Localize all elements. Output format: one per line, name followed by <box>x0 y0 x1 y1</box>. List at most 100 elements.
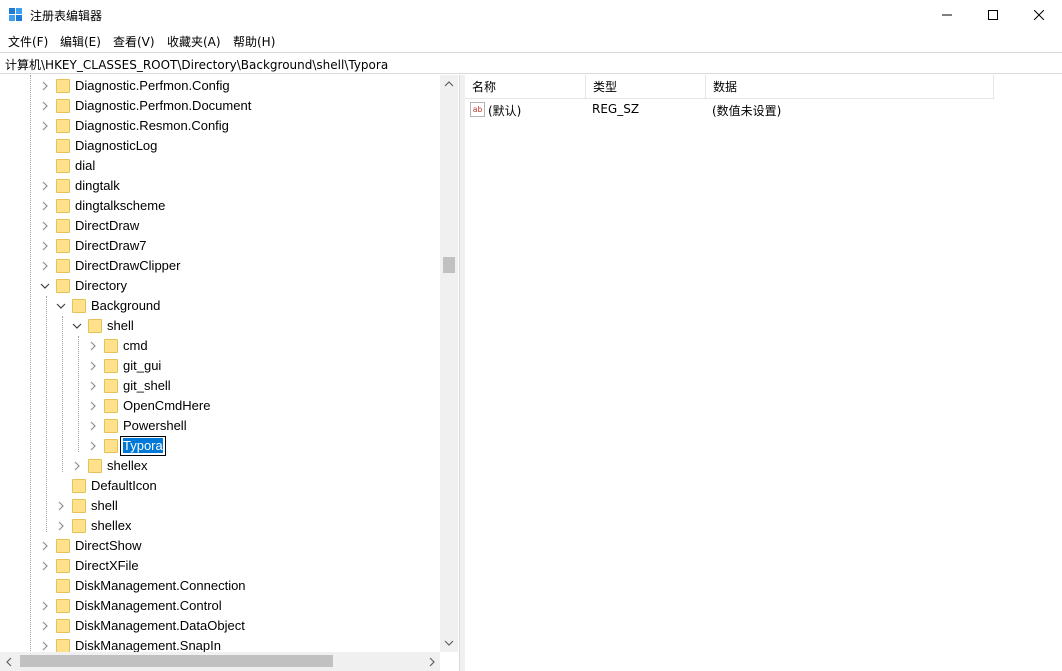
folder-icon <box>56 219 70 233</box>
tree-node[interactable]: Typora <box>0 436 440 456</box>
folder-icon <box>56 79 70 93</box>
tree-node[interactable]: shellex <box>0 456 440 476</box>
chevron-right-icon[interactable] <box>40 261 50 271</box>
value-row[interactable]: ab (默认) REG_SZ (数值未设置) <box>465 99 994 121</box>
chevron-right-icon[interactable] <box>72 461 82 471</box>
value-name: (默认) <box>488 104 522 118</box>
chevron-right-icon[interactable] <box>40 621 50 631</box>
chevron-right-icon[interactable] <box>40 201 50 211</box>
menu-view[interactable]: 查看(V) <box>113 33 155 50</box>
folder-icon <box>56 579 70 593</box>
chevron-right-icon[interactable] <box>40 221 50 231</box>
chevron-right-icon[interactable] <box>88 381 98 391</box>
chevron-right-icon[interactable] <box>88 421 98 431</box>
tree-node[interactable]: DiskManagement.Control <box>0 596 440 616</box>
chevron-right-icon[interactable] <box>40 241 50 251</box>
menu-favorites[interactable]: 收藏夹(A) <box>167 33 221 50</box>
column-header-name[interactable]: 名称 <box>465 75 586 99</box>
tree-node-label: DirectDraw <box>75 218 140 233</box>
list-header: 名称 类型 数据 <box>465 75 994 99</box>
scroll-down-icon[interactable] <box>444 638 454 648</box>
column-header-data[interactable]: 数据 <box>706 75 994 99</box>
tree-node-label: DirectXFile <box>75 558 139 573</box>
folder-icon <box>56 259 70 273</box>
window-title: 注册表编辑器 <box>30 9 103 23</box>
menu-file[interactable]: 文件(F) <box>8 33 48 50</box>
chevron-right-icon[interactable] <box>56 501 66 511</box>
tree-node[interactable]: git_shell <box>0 376 440 396</box>
tree-node[interactable]: DefaultIcon <box>0 476 440 496</box>
close-icon <box>1034 10 1044 20</box>
address-bar[interactable]: 计算机\HKEY_CLASSES_ROOT\Directory\Backgrou… <box>0 52 1062 74</box>
chevron-right-icon[interactable] <box>88 361 98 371</box>
tree-node[interactable]: shell <box>0 316 440 336</box>
folder-icon <box>56 199 70 213</box>
tree-vertical-scrollbar[interactable] <box>440 75 458 652</box>
folder-icon <box>72 499 86 513</box>
maximize-button[interactable] <box>970 0 1016 30</box>
chevron-down-icon[interactable] <box>72 321 82 331</box>
tree-node[interactable]: Background <box>0 296 440 316</box>
rename-input[interactable]: Typora <box>120 436 166 456</box>
chevron-right-icon[interactable] <box>40 541 50 551</box>
tree-node[interactable]: OpenCmdHere <box>0 396 440 416</box>
tree-node[interactable]: Diagnostic.Perfmon.Config <box>0 76 440 96</box>
folder-icon <box>56 159 70 173</box>
vertical-scroll-thumb[interactable] <box>443 257 455 273</box>
chevron-right-icon[interactable] <box>40 121 50 131</box>
chevron-right-icon[interactable] <box>40 101 50 111</box>
menu-edit[interactable]: 编辑(E) <box>60 33 101 50</box>
scroll-up-icon[interactable] <box>444 79 454 89</box>
tree-node-label: OpenCmdHere <box>123 398 211 413</box>
close-button[interactable] <box>1016 0 1062 30</box>
chevron-right-icon[interactable] <box>40 601 50 611</box>
tree-node[interactable]: DirectDraw <box>0 216 440 236</box>
chevron-right-icon[interactable] <box>40 81 50 91</box>
chevron-down-icon[interactable] <box>40 281 50 291</box>
scroll-right-icon[interactable] <box>427 657 437 667</box>
tree-node[interactable]: DirectXFile <box>0 556 440 576</box>
chevron-right-icon[interactable] <box>40 181 50 191</box>
tree-node[interactable]: DirectDraw7 <box>0 236 440 256</box>
value-data: (数值未设置) <box>712 104 782 118</box>
tree-node[interactable]: Directory <box>0 276 440 296</box>
minimize-button[interactable] <box>924 0 970 30</box>
horizontal-scroll-thumb[interactable] <box>20 655 333 667</box>
tree-node-label: shell <box>107 318 134 333</box>
tree-node[interactable]: dingtalkscheme <box>0 196 440 216</box>
chevron-right-icon[interactable] <box>88 341 98 351</box>
tree-node[interactable]: shellex <box>0 516 440 536</box>
chevron-down-icon[interactable] <box>56 301 66 311</box>
tree-node-label: dingtalkscheme <box>75 198 166 213</box>
tree-node[interactable]: Powershell <box>0 416 440 436</box>
chevron-right-icon[interactable] <box>40 641 50 651</box>
tree-node-label: DiskManagement.SnapIn <box>75 638 221 653</box>
chevron-right-icon[interactable] <box>88 441 98 451</box>
address-path[interactable]: 计算机\HKEY_CLASSES_ROOT\Directory\Backgrou… <box>5 56 388 73</box>
scroll-left-icon[interactable] <box>4 657 14 667</box>
tree-node[interactable]: Diagnostic.Resmon.Config <box>0 116 440 136</box>
folder-icon <box>56 179 70 193</box>
tree-node[interactable]: DiagnosticLog <box>0 136 440 156</box>
tree-node[interactable]: cmd <box>0 336 440 356</box>
chevron-right-icon[interactable] <box>40 561 50 571</box>
selected-text: Typora <box>123 438 163 453</box>
tree-node[interactable]: shell <box>0 496 440 516</box>
registry-editor-icon <box>9 8 22 21</box>
folder-icon <box>104 339 118 353</box>
tree-horizontal-scrollbar[interactable] <box>0 652 440 671</box>
tree-node[interactable]: git_gui <box>0 356 440 376</box>
tree-node[interactable]: DiskManagement.Connection <box>0 576 440 596</box>
tree-node[interactable]: Diagnostic.Perfmon.Document <box>0 96 440 116</box>
column-header-type[interactable]: 类型 <box>586 75 706 99</box>
tree-node-label: DirectDrawClipper <box>75 258 181 273</box>
tree-node[interactable]: dingtalk <box>0 176 440 196</box>
tree-node[interactable]: DirectDrawClipper <box>0 256 440 276</box>
tree-node[interactable]: dial <box>0 156 440 176</box>
tree-node[interactable]: DiskManagement.DataObject <box>0 616 440 636</box>
tree-node-label: Directory <box>75 278 128 293</box>
chevron-right-icon[interactable] <box>56 521 66 531</box>
chevron-right-icon[interactable] <box>88 401 98 411</box>
tree-node[interactable]: DirectShow <box>0 536 440 556</box>
menu-help[interactable]: 帮助(H) <box>233 33 275 50</box>
